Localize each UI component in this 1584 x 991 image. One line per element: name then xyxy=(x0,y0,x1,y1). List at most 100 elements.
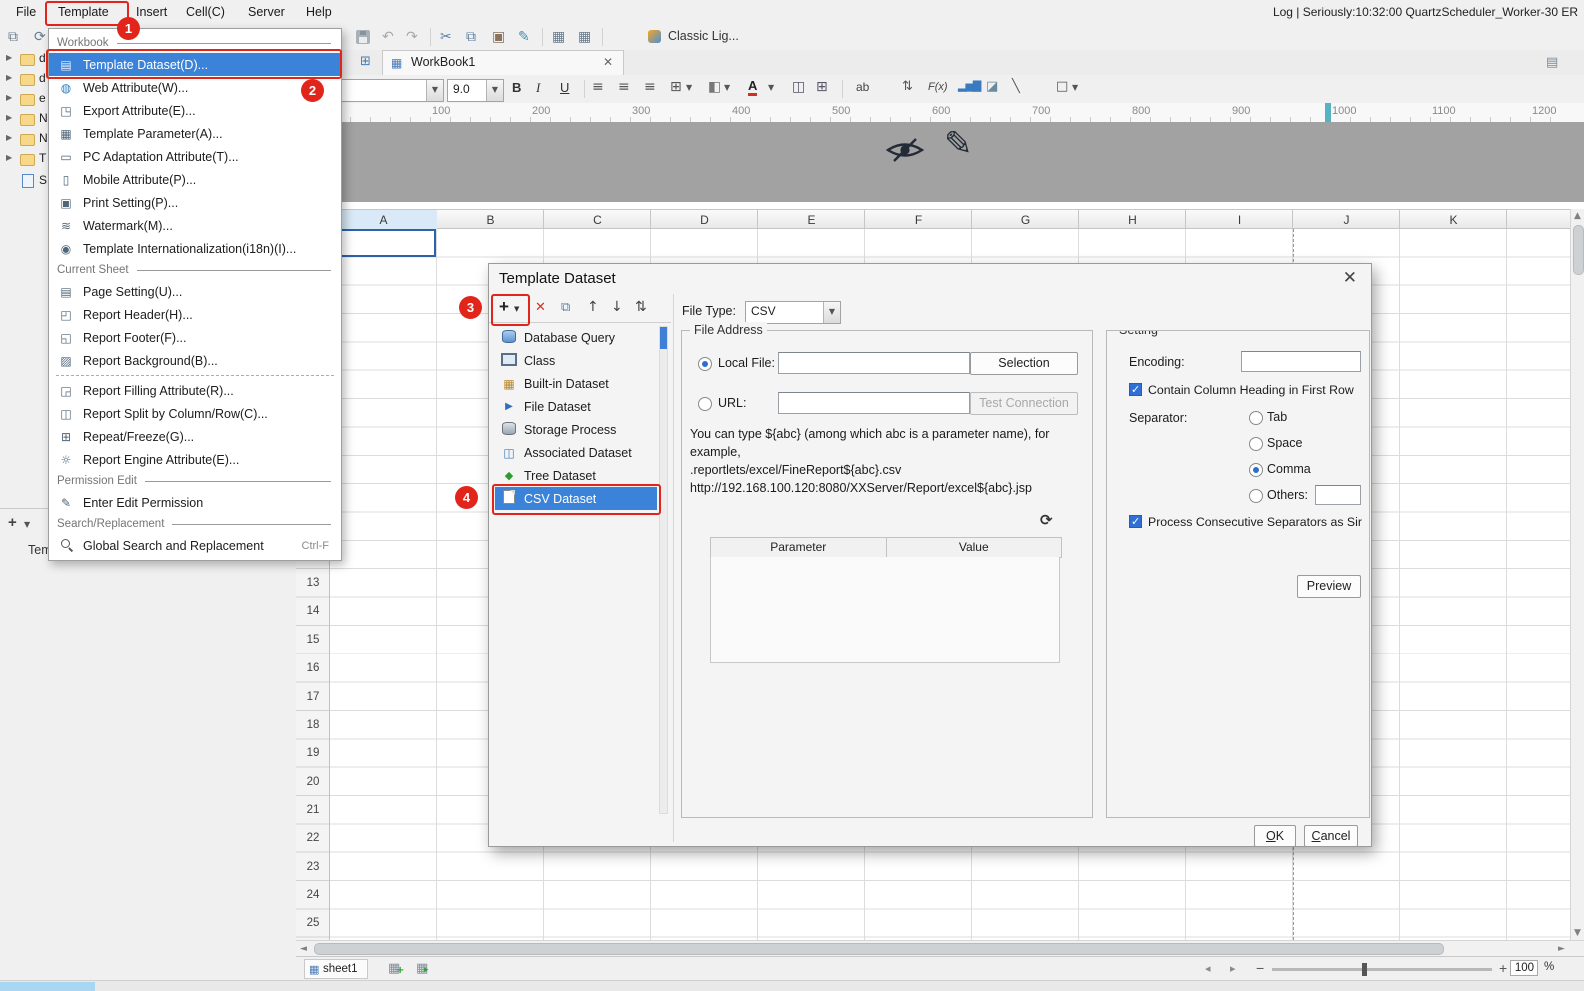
line-icon[interactable]: ╲ xyxy=(1012,79,1020,94)
menu-item-report-filling[interactable]: ◲ Report Filling Attribute(R)... xyxy=(49,379,341,402)
menu-cell[interactable]: Cell(C) xyxy=(186,0,225,24)
file-type-select[interactable]: CSV ▼ xyxy=(745,301,841,324)
expand-arrow-icon[interactable]: ▶ xyxy=(6,133,12,142)
ruler-position-marker[interactable] xyxy=(1325,103,1331,122)
column-header[interactable]: K xyxy=(1400,210,1507,230)
list-scroll-thumb[interactable] xyxy=(660,327,667,349)
row-header[interactable]: 25 xyxy=(296,909,330,937)
borders-icon[interactable]: ⊞ xyxy=(670,79,682,95)
add-grid-sheet-icon[interactable]: ▦ + xyxy=(388,961,404,976)
vertical-scroll-thumb[interactable] xyxy=(1573,225,1584,275)
separator-tab-radio[interactable] xyxy=(1249,411,1263,425)
style-scheme-icon[interactable] xyxy=(648,30,661,43)
others-separator-input[interactable] xyxy=(1315,485,1361,505)
column-header[interactable]: B xyxy=(437,210,544,230)
menu-item-web-attribute[interactable]: ◍ Web Attribute(W)... xyxy=(49,76,341,99)
sort-icon[interactable]: ⇅ xyxy=(635,299,647,315)
menu-item-template-dataset[interactable]: ▤ Template Dataset(D)... xyxy=(49,53,341,76)
row-header[interactable]: 18 xyxy=(296,711,330,739)
column-header[interactable]: E xyxy=(758,210,865,230)
zoom-value-input[interactable]: 100 xyxy=(1510,960,1538,976)
url-input[interactable] xyxy=(778,392,970,414)
menu-item-i18n[interactable]: ◉ Template Internationalization(i18n)(I).… xyxy=(49,237,341,260)
local-file-radio[interactable] xyxy=(698,357,712,371)
row-header[interactable]: 15 xyxy=(296,626,330,654)
menu-insert[interactable]: Insert xyxy=(136,0,167,24)
list-item-file-dataset[interactable]: ▶ File Dataset xyxy=(495,395,657,418)
save-icon[interactable] xyxy=(356,30,370,44)
chevron-down-icon[interactable]: ▼ xyxy=(724,83,730,92)
row-header[interactable]: 13 xyxy=(296,569,330,597)
style-scheme-label[interactable]: Classic Lig... xyxy=(668,29,739,43)
separator-others-radio[interactable] xyxy=(1249,489,1263,503)
list-item-storage-process[interactable]: Storage Process xyxy=(495,418,657,441)
wrap-text-icon[interactable]: ab xyxy=(856,80,869,94)
add-dataset-button[interactable]: + xyxy=(499,297,509,317)
horizontal-scrollbar[interactable]: ◄ ► xyxy=(296,940,1584,956)
redo-icon[interactable]: ↷ xyxy=(406,28,418,46)
font-size-select[interactable]: 9.0 ▼ xyxy=(447,79,504,102)
row-header[interactable]: 23 xyxy=(296,853,330,881)
scroll-down-icon[interactable]: ▼ xyxy=(1574,928,1581,938)
menu-item-page-setting[interactable]: ▤ Page Setting(U)... xyxy=(49,280,341,303)
chevron-down-icon[interactable]: ▼ xyxy=(1072,83,1078,92)
row-header[interactable]: 14 xyxy=(296,597,330,625)
refresh-parameters-icon[interactable]: ⟳ xyxy=(1040,511,1053,529)
column-header[interactable]: J xyxy=(1293,210,1400,230)
align-center-icon[interactable]: ≡ xyxy=(618,79,630,95)
column-header[interactable]: I xyxy=(1186,210,1293,230)
menu-item-report-split[interactable]: ◫ Report Split by Column/Row(C)... xyxy=(49,402,341,425)
zoom-slider-thumb[interactable] xyxy=(1362,963,1367,976)
url-radio[interactable] xyxy=(698,397,712,411)
menu-item-report-background[interactable]: ▨ Report Background(B)... xyxy=(49,349,341,372)
menu-item-global-search[interactable]: Global Search and Replacement Ctrl-F xyxy=(49,534,341,557)
scroll-left-icon[interactable]: ◄ xyxy=(300,944,307,954)
italic-button[interactable]: I xyxy=(536,80,540,96)
dialog-close-icon[interactable]: ✕ xyxy=(1343,268,1357,288)
copy-dataset-icon[interactable]: ⧉ xyxy=(561,300,570,315)
merge-cells-icon[interactable]: ◫ xyxy=(792,79,805,95)
sheet-tab-sheet1[interactable]: ▦ sheet1 xyxy=(304,959,368,979)
list-item-class[interactable]: Class xyxy=(495,349,657,372)
cancel-button[interactable]: Cancel xyxy=(1304,825,1358,847)
menu-template[interactable]: Template xyxy=(58,0,109,24)
collapse-panel-icon[interactable]: ▤ xyxy=(1546,55,1558,70)
paste-icon[interactable]: ▣ xyxy=(492,28,505,46)
column-header[interactable]: G xyxy=(972,210,1079,230)
contain-heading-checkbox[interactable] xyxy=(1129,383,1142,396)
add-dropdown-icon[interactable]: ▼ xyxy=(24,520,30,529)
expand-arrow-icon[interactable]: ▶ xyxy=(6,153,12,162)
edit-pencil-icon[interactable]: ✎ xyxy=(944,124,973,164)
test-connection-button[interactable]: Test Connection xyxy=(970,392,1078,415)
hidden-eye-icon[interactable] xyxy=(885,136,925,164)
list-item-tree-dataset[interactable]: ◆ Tree Dataset xyxy=(495,464,657,487)
menu-item-watermark[interactable]: ≋ Watermark(M)... xyxy=(49,214,341,237)
menu-item-report-header[interactable]: ◰ Report Header(H)... xyxy=(49,303,341,326)
column-header-a[interactable]: A xyxy=(330,210,437,230)
menu-item-report-engine[interactable]: ☼ Report Engine Attribute(E)... xyxy=(49,448,341,471)
unmerge-cells-icon[interactable]: ⊞ xyxy=(816,79,828,95)
zoom-slider-track[interactable] xyxy=(1272,968,1492,971)
align-left-icon[interactable]: ≡ xyxy=(592,79,604,95)
column-headers[interactable]: A B C D E F G H I J K xyxy=(330,209,1570,230)
row-header[interactable]: 19 xyxy=(296,739,330,767)
zoom-out-button[interactable]: − xyxy=(1256,960,1264,976)
chevron-down-icon[interactable]: ▼ xyxy=(486,80,503,101)
chevron-down-icon[interactable]: ▼ xyxy=(686,83,692,92)
menu-item-pc-adaptation[interactable]: ▭ PC Adaptation Attribute(T)... xyxy=(49,145,341,168)
expand-arrow-icon[interactable]: ▶ xyxy=(6,73,12,82)
chart-icon[interactable]: ▂▅▇ xyxy=(958,79,981,92)
move-down-icon[interactable]: ↓ xyxy=(611,299,623,315)
panel-splitter[interactable] xyxy=(673,294,674,842)
row-header[interactable]: 16 xyxy=(296,654,330,682)
process-consecutive-checkbox[interactable] xyxy=(1129,515,1142,528)
expand-arrow-icon[interactable]: ▶ xyxy=(6,93,12,102)
next-sheet-icon[interactable]: ▸ xyxy=(1230,962,1236,975)
encoding-input[interactable] xyxy=(1241,351,1361,372)
row-header[interactable]: 22 xyxy=(296,824,330,852)
vertical-align-icon[interactable]: ⇅ xyxy=(902,79,913,94)
refresh-tree-icon[interactable]: ⟳ xyxy=(34,29,46,45)
zoom-in-button[interactable]: + xyxy=(1499,960,1507,976)
vertical-scrollbar[interactable]: ▲ ▼ xyxy=(1570,209,1584,940)
menu-file[interactable]: File xyxy=(16,0,36,24)
